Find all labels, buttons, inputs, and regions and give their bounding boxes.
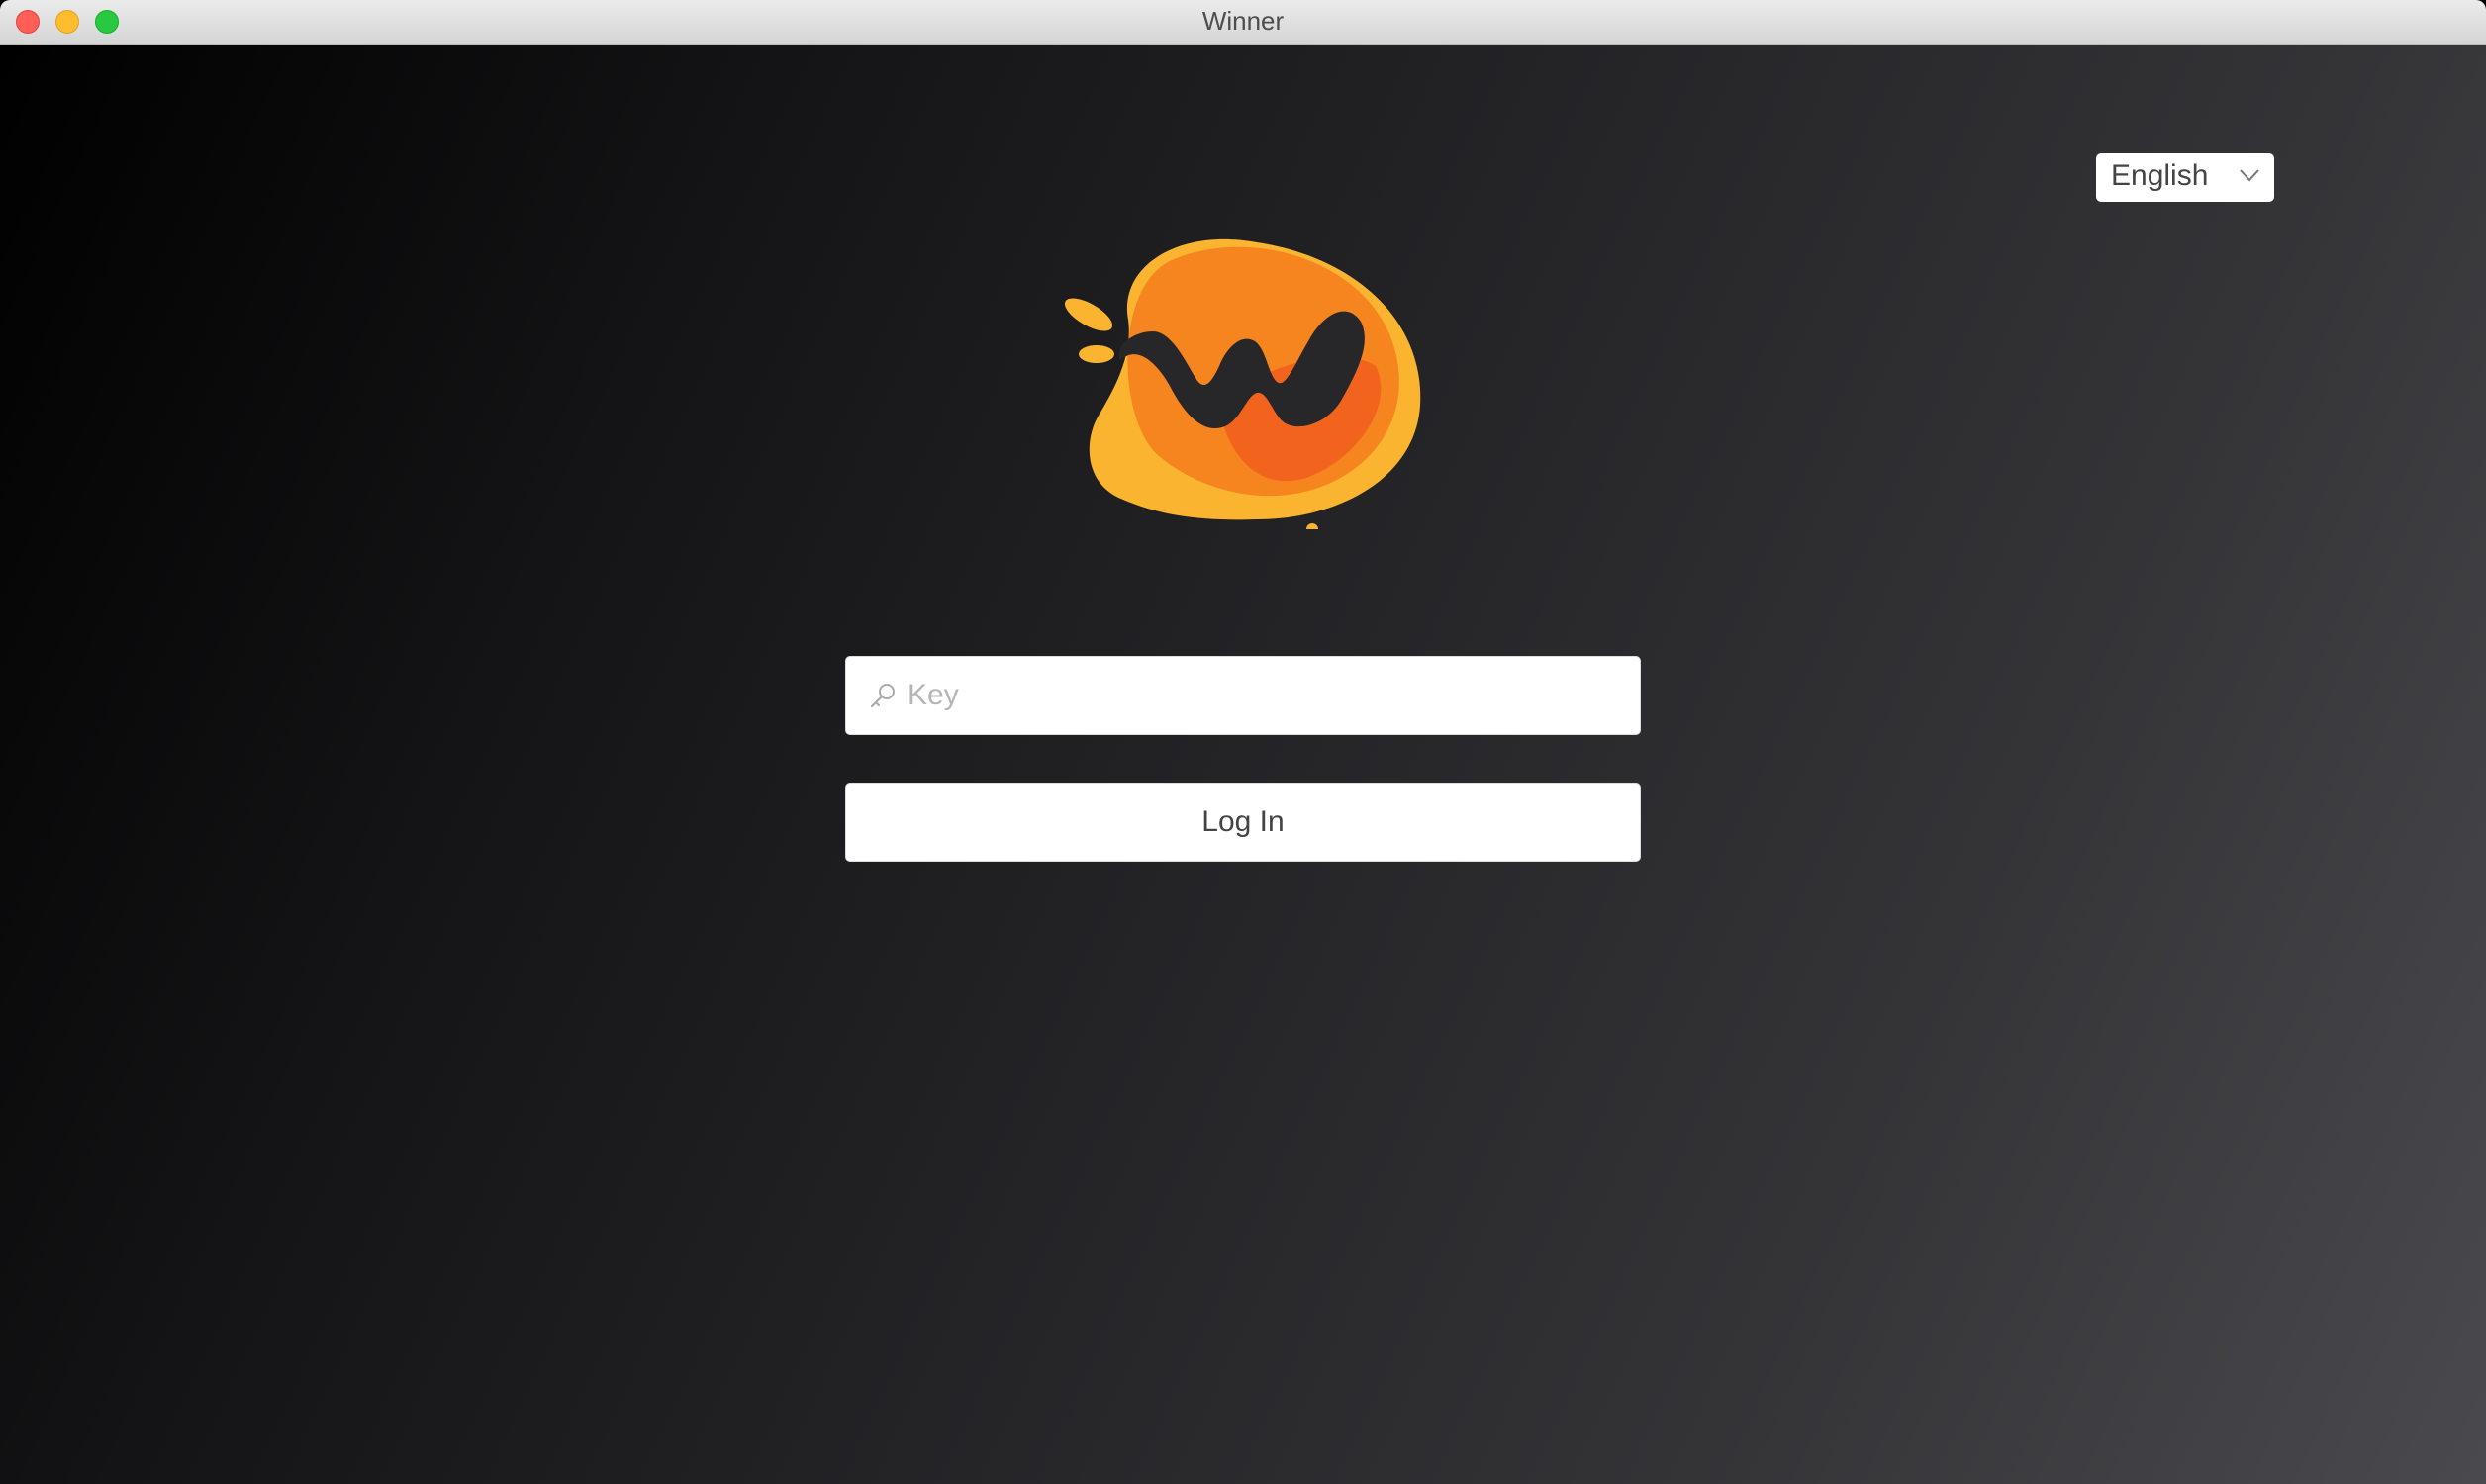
window-title: Winner <box>1201 6 1285 36</box>
log-in-button[interactable]: Log In <box>845 783 1641 862</box>
language-select[interactable]: English <box>2096 153 2274 202</box>
winner-logo <box>1064 238 1421 529</box>
title-bar: Winner <box>0 0 2486 45</box>
key-icon <box>870 684 895 708</box>
key-input[interactable] <box>906 657 1628 734</box>
key-field <box>845 656 1641 735</box>
language-select-value: English <box>2111 159 2209 192</box>
login-screen: English Key Log In <box>0 45 2486 1484</box>
chevron-down-icon <box>2240 169 2259 182</box>
app-window: Winner English Key Log In <box>0 0 2486 1484</box>
